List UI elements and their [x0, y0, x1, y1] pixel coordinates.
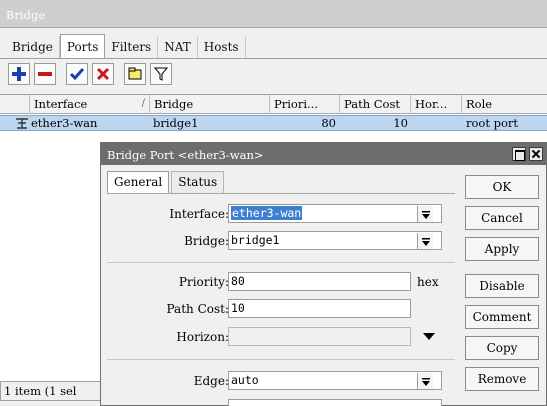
column-header-bridge[interactable]: Bridge: [151, 95, 270, 114]
edge-label: Edge:: [193, 374, 229, 388]
dropdown-icon: [421, 210, 430, 219]
general-panel: Interface: ether3-wan Bridge: bridge1 Pr…: [107, 193, 455, 406]
edge-row: Edge: auto: [107, 371, 455, 393]
interface-label: Interface:: [169, 207, 229, 221]
cell-interface: ether3-wan: [31, 116, 98, 130]
horizon-input[interactable]: [228, 327, 411, 346]
tab-ports[interactable]: Ports: [59, 34, 106, 58]
interface-select[interactable]: ether3-wan: [228, 204, 442, 223]
table-header: Interface / Bridge Priori... Path Cost Ho…: [0, 95, 547, 114]
section-divider: [107, 262, 455, 263]
interface-value: ether3-wan: [231, 206, 303, 220]
window-title: Bridge: [6, 9, 46, 22]
port-icon: [16, 118, 28, 129]
disable-button[interactable]: Disable: [465, 274, 539, 298]
remove-icon: [38, 72, 52, 76]
path-cost-input[interactable]: 10: [228, 299, 411, 318]
remove-button[interactable]: Remove: [465, 367, 539, 391]
next-row-partial: [107, 399, 455, 406]
cell-bridge: bridge1: [153, 116, 199, 130]
path-cost-label: Path Cost:: [166, 302, 229, 316]
column-header-interface[interactable]: Interface /: [31, 95, 150, 114]
column-header-role[interactable]: Role: [463, 95, 547, 114]
dialog-tabs: General Status: [107, 171, 226, 193]
path-cost-row: Path Cost: 10: [107, 299, 455, 321]
bridge-dropdown-button[interactable]: [417, 233, 433, 249]
interface-dropdown-button[interactable]: [417, 206, 433, 222]
column-header-path-cost[interactable]: Path Cost: [341, 95, 411, 114]
toolbar: [8, 63, 176, 87]
tab-nat[interactable]: NAT: [158, 36, 198, 58]
edge-dropdown-button[interactable]: [417, 373, 433, 389]
close-icon[interactable]: [529, 147, 543, 161]
priority-input[interactable]: 80: [228, 272, 411, 291]
comment-button[interactable]: Comment: [465, 305, 539, 329]
cell-priority: 80: [321, 116, 336, 130]
cell-path-cost: 10: [393, 116, 408, 130]
comment-button[interactable]: [124, 63, 146, 85]
add-button[interactable]: [8, 63, 30, 85]
tab-divider: [0, 58, 547, 59]
column-header-horizon[interactable]: Hor...: [412, 95, 462, 114]
bridge-value: bridge1: [231, 233, 280, 247]
column-header-marker: [0, 95, 30, 114]
table-row[interactable]: ether3-wan bridge1 80 10 root port: [0, 115, 547, 131]
cell-horizon: [414, 116, 460, 131]
priority-row: Priority: 80 hex: [107, 272, 455, 294]
maximize-icon[interactable]: [512, 147, 526, 161]
horizon-expand-icon[interactable]: [423, 333, 435, 340]
filter-button[interactable]: [150, 63, 172, 85]
edge-value: auto: [231, 373, 259, 387]
remove-button[interactable]: [34, 63, 56, 85]
section-divider: [107, 359, 455, 360]
cancel-button[interactable]: Cancel: [465, 206, 539, 230]
interface-row: Interface: ether3-wan: [107, 204, 455, 226]
column-header-priority[interactable]: Priori...: [271, 95, 340, 114]
cell-role: root port: [466, 116, 519, 130]
horizon-row: Horizon:: [107, 327, 455, 349]
next-select-partial[interactable]: [228, 399, 442, 406]
horizon-label: Horizon:: [176, 330, 229, 344]
add-icon: [12, 67, 26, 81]
bridge-label: Bridge:: [184, 234, 229, 248]
apply-button[interactable]: Apply: [465, 237, 539, 261]
main-tabs: Bridge Ports Filters NAT Hosts: [6, 34, 246, 58]
dialog-title: Bridge Port <ether3-wan>: [107, 148, 264, 162]
tab-filters[interactable]: Filters: [105, 36, 159, 58]
priority-unit: hex: [417, 275, 439, 289]
bridge-row: Bridge: bridge1: [107, 231, 455, 253]
tab-hosts[interactable]: Hosts: [198, 36, 246, 58]
tab-status[interactable]: Status: [171, 171, 225, 193]
bridge-select[interactable]: bridge1: [228, 231, 442, 250]
dropdown-icon: [421, 237, 430, 246]
disable-button[interactable]: [92, 63, 114, 85]
comment-note-icon: [128, 67, 142, 80]
disable-x-icon: [96, 67, 110, 81]
copy-button[interactable]: Copy: [465, 336, 539, 360]
bridge-port-dialog: Bridge Port <ether3-wan> General Status …: [100, 142, 547, 406]
dropdown-icon: [421, 377, 430, 386]
dialog-titlebar[interactable]: Bridge Port <ether3-wan>: [101, 143, 546, 165]
window-titlebar: Bridge: [0, 0, 547, 28]
enable-check-icon: [70, 68, 84, 81]
edge-select[interactable]: auto: [228, 371, 442, 390]
enable-button[interactable]: [66, 63, 88, 85]
priority-label: Priority:: [178, 275, 229, 289]
ok-button[interactable]: OK: [465, 175, 539, 199]
tab-general[interactable]: General: [107, 171, 170, 193]
tab-bridge[interactable]: Bridge: [6, 36, 60, 58]
filter-icon: [154, 67, 168, 81]
